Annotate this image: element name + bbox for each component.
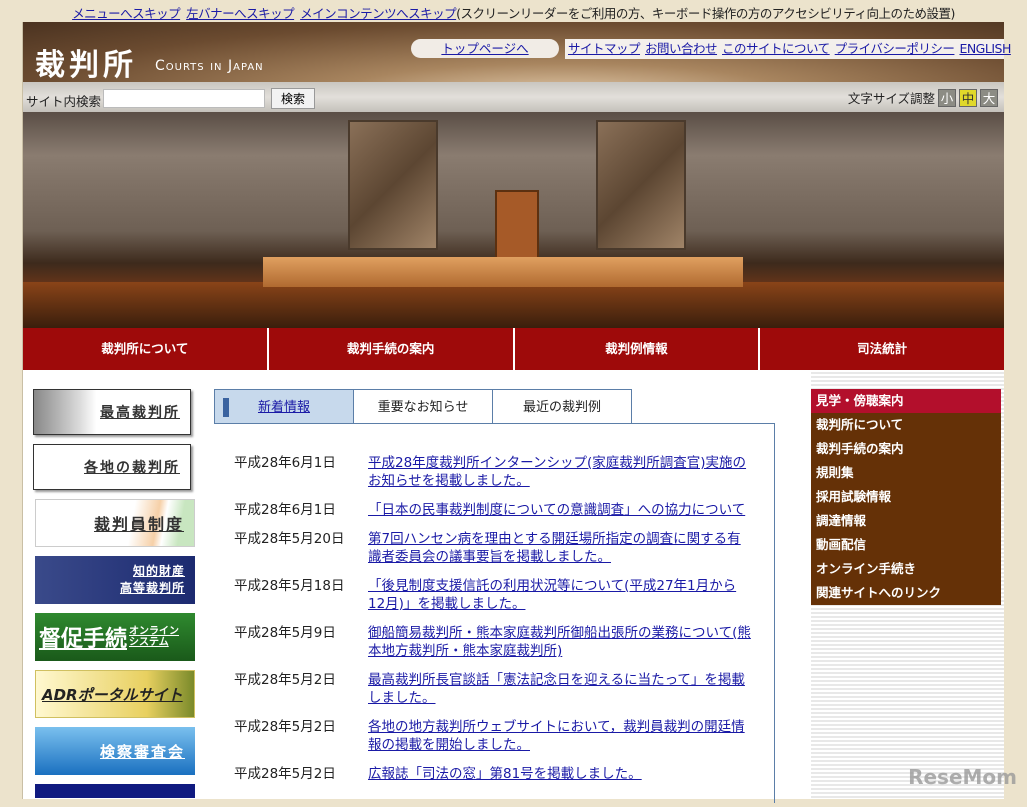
contact-link[interactable]: お問い合わせ bbox=[645, 41, 718, 56]
tab-recent-cases[interactable]: 最近の裁判例 bbox=[492, 389, 632, 424]
watermark: ReseMom bbox=[908, 765, 1017, 789]
page-container: 裁判所 Courts in Japan トップページへ サイトマップ お問い合わせ… bbox=[22, 22, 1011, 803]
sitemap-link[interactable]: サイトマップ bbox=[568, 41, 641, 56]
side-menu-item[interactable]: オンライン手続き bbox=[811, 557, 1001, 581]
header: 裁判所 Courts in Japan トップページへ サイトマップ お問い合わせ… bbox=[23, 22, 1011, 84]
courtroom-hero-image bbox=[23, 112, 1004, 328]
side-menu: 見学・傍聴案内 裁判所について 裁判手続の案内 規則集 採用試験情報 調達情報 動画配信 オン… bbox=[811, 389, 1001, 605]
news-date: 平成28年5月2日 bbox=[234, 719, 336, 735]
news-panel: 平成28年6月1日 平成28年度裁判所インターンシップ(家庭裁判所調査官)実施のお… bbox=[214, 423, 775, 803]
news-item: 平成28年6月1日 「日本の民事裁判制度についての意識調査」への協力について bbox=[234, 501, 753, 519]
courtroom-floor bbox=[23, 282, 1004, 328]
news-date: 平成28年5月18日 bbox=[234, 578, 345, 594]
search-button[interactable]: 検索 bbox=[271, 88, 315, 109]
wall-relief-left bbox=[348, 120, 438, 250]
font-size-control: 文字サイズ調整 小 中 大 bbox=[848, 88, 998, 107]
news-link[interactable]: 「後見制度支援信託の利用状況等について(平成27年1月から12月)」を掲載しまし… bbox=[368, 577, 753, 613]
banner-adr-portal[interactable]: ADRポータルサイト bbox=[35, 670, 195, 718]
font-size-small-button[interactable]: 小 bbox=[938, 88, 956, 107]
left-banners: 最高裁判所 各地の裁判所 裁判員制度 知的財産高等裁判所 督促手続 オンラインシス… bbox=[33, 389, 195, 807]
news-link[interactable]: 御船簡易裁判所・熊本家庭裁判所御船出張所の業務について(熊本地方裁判所・熊本家庭… bbox=[368, 624, 753, 660]
about-site-link[interactable]: このサイトについて bbox=[722, 41, 830, 56]
news-link[interactable]: 第7回ハンセン病を理由とする開廷場所指定の調査に関する有識者委員会の議事要旨を掲… bbox=[368, 530, 753, 566]
news-date: 平成28年5月2日 bbox=[234, 766, 336, 782]
site-logo[interactable]: 裁判所 bbox=[35, 40, 137, 84]
nav-about-courts[interactable]: 裁判所について bbox=[23, 328, 269, 370]
banner-payment-demand-online[interactable]: 督促手続 オンラインシステム bbox=[35, 613, 195, 661]
font-size-large-button[interactable]: 大 bbox=[980, 88, 998, 107]
side-menu-item[interactable]: 調達情報 bbox=[811, 509, 1001, 533]
top-page-link[interactable]: トップページへ bbox=[441, 41, 528, 56]
news-link[interactable]: 「日本の民事裁判制度についての意識調査」への協力について bbox=[368, 501, 753, 519]
news-item: 平成28年5月2日 各地の地方裁判所ウェブサイトにおいて，裁判員裁判の開廷情報の掲… bbox=[234, 718, 753, 754]
banner-saiban-in[interactable]: 裁判員制度 bbox=[35, 499, 195, 547]
banner-supreme-court[interactable]: 最高裁判所 bbox=[33, 389, 191, 435]
side-menu-item[interactable]: 採用試験情報 bbox=[811, 485, 1001, 509]
news-item: 平成28年5月9日 御船簡易裁判所・熊本家庭裁判所御船出張所の業務について(熊本地… bbox=[234, 624, 753, 660]
side-menu-item[interactable]: 見学・傍聴案内 bbox=[811, 389, 1001, 413]
side-menu-item[interactable]: 裁判所について bbox=[811, 413, 1001, 437]
news-link[interactable]: 最高裁判所長官談話「憲法記念日を迎えるに当たって」を掲載しました。 bbox=[368, 671, 753, 707]
banner-ip-line1: 知的財産 bbox=[132, 564, 185, 578]
news-item: 平成28年5月18日 「後見制度支援信託の利用状況等について(平成27年1月から1… bbox=[234, 577, 753, 613]
site-logo-english: Courts in Japan bbox=[155, 58, 264, 74]
skip-note: (スクリーンリーダーをご利用の方、キーボード操作の方のアクセシビリティ向上のため… bbox=[456, 6, 955, 21]
banner-inquest-committee[interactable]: 検察審査会 bbox=[35, 727, 195, 775]
news-list: 平成28年6月1日 平成28年度裁判所インターンシップ(家庭裁判所調査官)実施のお… bbox=[234, 454, 753, 794]
news-date: 平成28年5月20日 bbox=[234, 531, 345, 547]
news-link[interactable]: 広報誌「司法の窓」第81号を掲載しました。 bbox=[368, 765, 753, 783]
global-nav: 裁判所について 裁判手続の案内 裁判例情報 司法統計 bbox=[23, 328, 1004, 370]
skip-to-main-link[interactable]: メインコンテンツへスキップ bbox=[300, 6, 457, 21]
skip-links: メニューへスキップ 左バナーへスキップ メインコンテンツへスキップ(スクリーンリーダ… bbox=[0, 3, 1027, 22]
tab-important-notices[interactable]: 重要なお知らせ bbox=[353, 389, 493, 424]
side-menu-item[interactable]: 裁判手続の案内 bbox=[811, 437, 1001, 461]
nav-case-law[interactable]: 裁判例情報 bbox=[515, 328, 761, 370]
news-date: 平成28年6月1日 bbox=[234, 502, 336, 518]
judges-bench bbox=[263, 257, 743, 287]
news-item: 平成28年5月20日 第7回ハンセン病を理由とする開廷場所指定の調査に関する有識者… bbox=[234, 530, 753, 566]
side-menu-item[interactable]: 関連サイトへのリンク bbox=[811, 581, 1001, 605]
header-links: サイトマップ お問い合わせ このサイトについて プライバシーポリシー ENGLISH bbox=[565, 39, 1011, 59]
banner-tokusoku-label: 督促手続 bbox=[39, 627, 128, 652]
side-menu-item[interactable]: 動画配信 bbox=[811, 533, 1001, 557]
wall-relief-right bbox=[596, 120, 686, 250]
courtroom-door bbox=[495, 190, 539, 262]
news-link[interactable]: 各地の地方裁判所ウェブサイトにおいて，裁判員裁判の開廷情報の掲載を開始しました。 bbox=[368, 718, 753, 754]
banner-local-courts[interactable]: 各地の裁判所 bbox=[33, 444, 191, 490]
news-item: 平成28年6月1日 平成28年度裁判所インターンシップ(家庭裁判所調査官)実施のお… bbox=[234, 454, 753, 490]
nav-procedures[interactable]: 裁判手続の案内 bbox=[269, 328, 515, 370]
english-link[interactable]: ENGLISH bbox=[959, 41, 1011, 56]
nav-statistics[interactable]: 司法統計 bbox=[760, 328, 1004, 370]
skip-to-left-banner-link[interactable]: 左バナーへスキップ bbox=[186, 6, 295, 21]
news-date: 平成28年5月9日 bbox=[234, 625, 336, 641]
privacy-policy-link[interactable]: プライバシーポリシー bbox=[835, 41, 955, 56]
font-size-medium-button[interactable]: 中 bbox=[959, 88, 977, 107]
news-item: 平成28年5月2日 広報誌「司法の窓」第81号を掲載しました。 bbox=[234, 765, 753, 783]
news-item: 平成28年5月2日 最高裁判所長官談話「憲法記念日を迎えるに当たって」を掲載しまし… bbox=[234, 671, 753, 707]
top-page-pill: トップページへ bbox=[411, 39, 559, 58]
news-date: 平成28年5月2日 bbox=[234, 672, 336, 688]
banner-ip-high-court[interactable]: 知的財産高等裁判所 bbox=[35, 556, 195, 604]
tab-new-info[interactable]: 新着情報 bbox=[214, 389, 354, 424]
side-menu-item[interactable]: 規則集 bbox=[811, 461, 1001, 485]
search-input[interactable] bbox=[103, 89, 265, 108]
news-link[interactable]: 平成28年度裁判所インターンシップ(家庭裁判所調査官)実施のお知らせを掲載しまし… bbox=[368, 454, 753, 490]
font-size-label: 文字サイズ調整 bbox=[847, 91, 935, 106]
banner-partial[interactable] bbox=[35, 784, 195, 798]
news-date: 平成28年6月1日 bbox=[234, 455, 336, 471]
right-sidebar: 見学・傍聴案内 裁判所について 裁判手続の案内 規則集 採用試験情報 調達情報 動画配信 オン… bbox=[811, 370, 1004, 799]
banner-online-system-label: オンラインシステム bbox=[129, 626, 180, 648]
banner-ip-line2: 高等裁判所 bbox=[119, 581, 185, 595]
search-label: サイト内検索 bbox=[26, 94, 102, 109]
tab-new-info-link[interactable]: 新着情報 bbox=[258, 400, 310, 415]
news-tabs: 新着情報 重要なお知らせ 最近の裁判例 bbox=[214, 389, 632, 424]
skip-to-menu-link[interactable]: メニューへスキップ bbox=[72, 6, 181, 21]
search-bar: サイト内検索 検索 文字サイズ調整 小 中 大 bbox=[23, 82, 1004, 112]
